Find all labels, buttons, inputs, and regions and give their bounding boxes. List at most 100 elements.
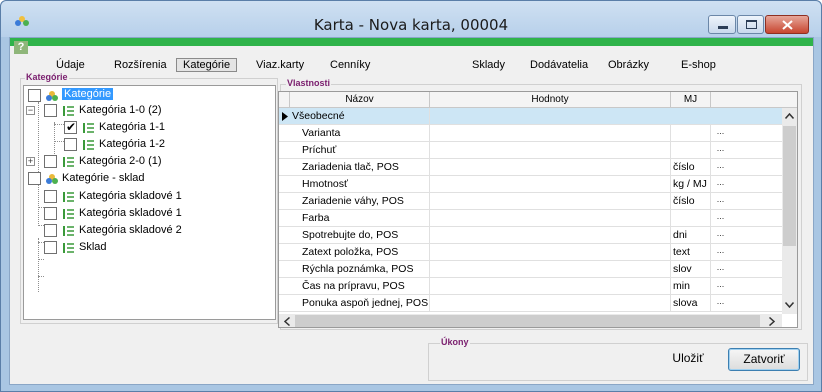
ellipsis-button[interactable]: ... (712, 262, 729, 276)
tree-node-kategoria-1-2[interactable]: Kategória 1-2 (99, 138, 165, 150)
table-row[interactable]: Ponuka aspoň jednej, POS slova ... (279, 295, 784, 312)
property-value[interactable] (430, 244, 671, 261)
minimize-icon (718, 26, 728, 29)
tab-eshop[interactable]: E-shop (681, 59, 716, 71)
maximize-button[interactable] (737, 15, 764, 34)
expand-icon[interactable]: + (26, 157, 35, 166)
table-row[interactable]: Príchuť ... (279, 142, 784, 159)
property-value[interactable] (430, 210, 671, 227)
tab-kategorie[interactable]: Kategórie (176, 58, 238, 72)
minimize-button[interactable] (708, 15, 736, 34)
row-indicator-header (279, 92, 290, 108)
tree-node-kategoria-skladove-2[interactable]: Kategória skladové 2 (79, 224, 182, 236)
tree-node-kategoria-2-0[interactable]: Kategória 2-0 (1) (79, 155, 162, 167)
collapse-icon[interactable]: − (26, 106, 35, 115)
checkbox-kategoria-1-0[interactable] (44, 104, 57, 117)
ellipsis-button[interactable]: ... (712, 126, 729, 140)
tab-sklady[interactable]: Sklady (472, 59, 505, 71)
ellipsis-button[interactable]: ... (712, 279, 729, 293)
ellipsis-button[interactable]: ... (712, 177, 729, 191)
scroll-up-icon[interactable] (785, 113, 794, 119)
tree-node-kategorie[interactable]: Kategórie (62, 88, 114, 100)
vertical-scroll-thumb[interactable] (783, 126, 796, 246)
title-bar[interactable]: Karta - Nova karta, 00004 (1, 1, 821, 37)
checkbox-kategoria-1-1[interactable]: ✔ (64, 120, 77, 134)
ellipsis-button[interactable]: ... (712, 211, 729, 225)
table-row[interactable]: Zatext položka, POS text ... (279, 244, 784, 261)
property-unit (671, 142, 711, 159)
ellipsis-button[interactable]: ... (712, 245, 729, 259)
tree-node-kategoria-1-1[interactable]: Kategória 1-1 (99, 121, 165, 133)
tree-node-kategorie-sklad[interactable]: Kategórie - sklad (62, 172, 145, 184)
property-value[interactable] (430, 159, 671, 176)
window-title: Karta - Nova karta, 00004 (313, 16, 509, 34)
properties-grid[interactable]: Názov Hodnoty MJ Všeobecné Varianta ... … (278, 91, 798, 328)
tab-cenniky[interactable]: Cenníky (330, 59, 370, 71)
property-value[interactable] (430, 227, 671, 244)
property-value[interactable] (430, 142, 671, 159)
checkbox-kategoria-1-2[interactable] (64, 138, 77, 151)
tree-node-sklad[interactable]: Sklad (79, 241, 107, 253)
property-value[interactable] (430, 193, 671, 210)
scroll-right-icon[interactable] (769, 317, 775, 326)
main-window: Karta - Nova karta, 00004 ? Údaje Rozšír… (0, 0, 822, 392)
table-row[interactable]: Hmotnosť kg / MJ ... (279, 176, 784, 193)
category-tree[interactable]: Kategórie − Kategória 1-0 (2) ✔ Kategóri… (23, 85, 276, 320)
scroll-left-icon[interactable] (284, 317, 290, 326)
table-row[interactable]: Zariadenia tlač, POS číslo ... (279, 159, 784, 176)
close-button[interactable]: Zatvoriť (728, 348, 800, 371)
property-value[interactable] (430, 278, 671, 295)
property-value[interactable] (430, 125, 671, 142)
tab-obrazky[interactable]: Obrázky (608, 59, 649, 71)
column-header-hodnoty[interactable]: Hodnoty (430, 92, 671, 108)
tree-node-kategoria-skladove-1b[interactable]: Kategória skladové 1 (79, 207, 182, 219)
property-unit: dni (671, 227, 711, 244)
scroll-down-icon[interactable] (785, 302, 794, 308)
property-name: Varianta (290, 125, 430, 142)
property-value[interactable] (430, 261, 671, 278)
tree-node-kategoria-1-0[interactable]: Kategória 1-0 (2) (79, 104, 162, 116)
tree-node-kategoria-skladove-1a[interactable]: Kategória skladové 1 (79, 190, 182, 202)
checkbox-sklad[interactable] (44, 241, 57, 254)
tab-viaz-karty[interactable]: Viaz.karty (256, 59, 304, 71)
tab-dodavatelia[interactable]: Dodávatelia (530, 59, 588, 71)
property-unit: číslo (671, 159, 711, 176)
table-row[interactable]: Varianta ... (279, 125, 784, 142)
property-unit: slov (671, 261, 711, 278)
ellipsis-button[interactable]: ... (712, 228, 729, 242)
checkbox-kategoria-skladove-1b[interactable] (44, 207, 57, 220)
property-unit: kg / MJ (671, 176, 711, 193)
category-icon (63, 243, 74, 253)
tab-rozsirenia[interactable]: Rozšírenia (114, 59, 167, 71)
property-name: Čas na prípravu, POS (290, 278, 430, 295)
table-row[interactable]: Zariadenie váhy, POS číslo ... (279, 193, 784, 210)
property-unit: min (671, 278, 711, 295)
checkbox-kategorie[interactable] (28, 89, 41, 102)
checkbox-kategoria-skladove-2[interactable] (44, 224, 57, 237)
table-row[interactable]: Rýchla poznámka, POS slov ... (279, 261, 784, 278)
ellipsis-button[interactable]: ... (712, 143, 729, 157)
checkbox-kategorie-sklad[interactable] (28, 172, 41, 185)
column-header-mj[interactable]: MJ (671, 92, 711, 108)
tab-udaje[interactable]: Údaje (56, 59, 85, 71)
horizontal-scrollbar[interactable] (279, 314, 782, 327)
table-row[interactable]: Spotrebujte do, POS dni ... (279, 227, 784, 244)
ellipsis-button[interactable]: ... (712, 160, 729, 174)
horizontal-scroll-thumb[interactable] (295, 315, 760, 327)
property-value[interactable] (430, 176, 671, 193)
ellipsis-button[interactable]: ... (712, 194, 729, 208)
column-header-nazov[interactable]: Názov (290, 92, 430, 108)
property-value[interactable] (430, 295, 671, 312)
checkbox-kategoria-skladove-1a[interactable] (44, 190, 57, 203)
category-icon (63, 209, 74, 219)
help-button[interactable]: ? (14, 41, 28, 54)
category-icon (63, 157, 74, 167)
vertical-scrollbar[interactable] (782, 108, 797, 314)
group-row[interactable]: Všeobecné (279, 108, 784, 125)
table-row[interactable]: Farba ... (279, 210, 784, 227)
save-button[interactable]: Uložiť (660, 348, 716, 371)
ellipsis-button[interactable]: ... (712, 296, 729, 310)
table-row[interactable]: Čas na prípravu, POS min ... (279, 278, 784, 295)
checkbox-kategoria-2-0[interactable] (44, 155, 57, 168)
close-window-button[interactable] (765, 15, 809, 34)
